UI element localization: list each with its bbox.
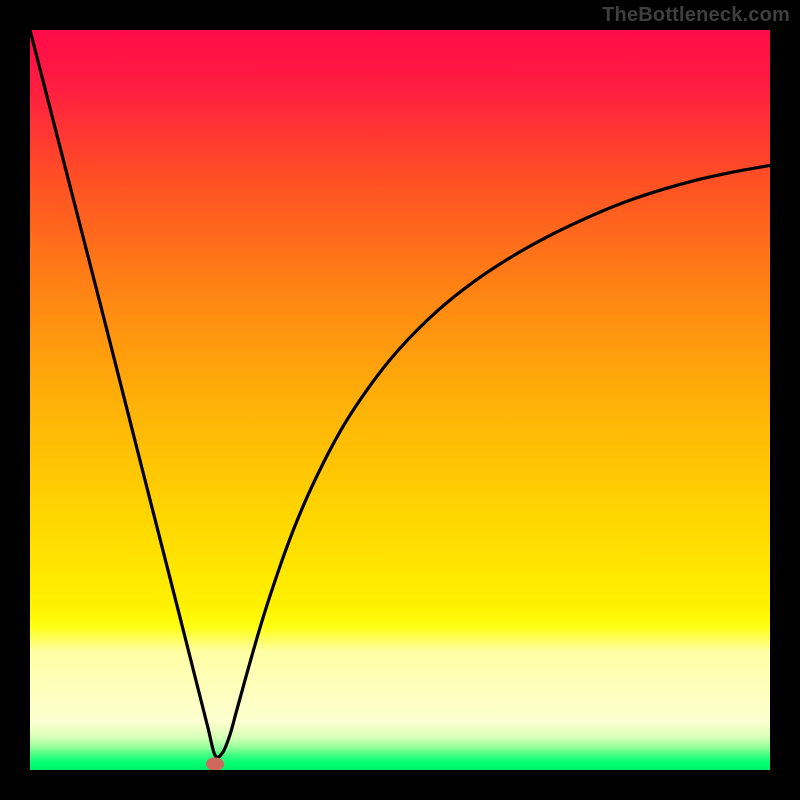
plot-area — [30, 30, 770, 770]
bottleneck-curve — [30, 30, 770, 770]
watermark-text: TheBottleneck.com — [602, 4, 790, 27]
chart-frame: TheBottleneck.com — [0, 0, 800, 800]
optimal-point-marker — [206, 758, 224, 770]
